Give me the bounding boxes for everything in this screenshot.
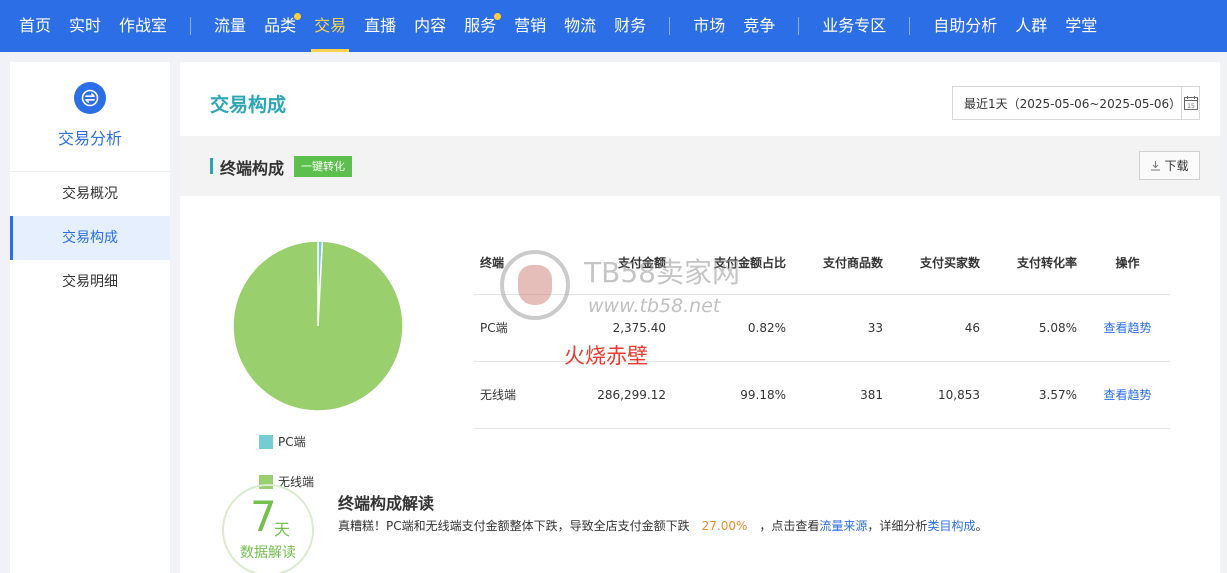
legend-swatch-pc — [259, 434, 273, 449]
nav-service-label: 服务 — [464, 16, 497, 35]
sidebar-item-trade-overview[interactable]: 交易概况 — [10, 172, 170, 216]
sidebar-header: 交易分析 — [10, 62, 170, 172]
interp-text-before: 真糟糕！PC端和无线端支付金额整体下跌，导致全店支付金额下跌 — [338, 519, 690, 533]
sidebar-item-trade-composition[interactable]: 交易构成 — [10, 216, 170, 260]
category-composition-link[interactable]: 类目构成 — [927, 519, 975, 533]
exchange-icon — [74, 82, 106, 114]
main-panel: 交易构成 最近1天（2025-05-06~2025-05-06） 15 终端构成… — [180, 62, 1220, 573]
cell-items: 33 — [794, 294, 891, 362]
cell-conversion: 5.08% — [988, 294, 1085, 362]
nav-marketing[interactable]: 营销 — [505, 0, 555, 52]
calendar-day: 15 — [1187, 103, 1195, 110]
cell-action: 查看趋势 — [1085, 361, 1170, 429]
nav-divider — [909, 17, 911, 35]
seal-number: 7 — [250, 492, 277, 541]
data-interpretation-seal: 7 天 数据解读 — [222, 484, 314, 573]
seal-label: 数据解读 — [240, 545, 296, 561]
sidebar: 交易分析 交易概况 交易构成 交易明细 — [10, 62, 170, 573]
interp-text-end: 。 — [975, 519, 988, 533]
sidebar-title: 交易分析 — [57, 129, 122, 148]
interpretation-title: 终端构成解读 — [338, 494, 435, 513]
nav-trade[interactable]: 交易 — [305, 0, 355, 52]
sidebar-item-trade-detail[interactable]: 交易明细 — [10, 260, 170, 304]
section-header: 终端构成 一键转化 下载 — [180, 136, 1220, 196]
interpretation-text: 真糟糕！PC端和无线端支付金额整体下跌，导致全店支付金额下跌 27.00% ，点击查… — [338, 517, 987, 534]
table-row: 无线端 286,299.12 99.18% 381 10,853 3.57% 查… — [474, 361, 1170, 429]
cell-terminal: PC端 — [474, 294, 556, 362]
nav-divider — [669, 17, 671, 35]
legend-item-pc[interactable]: PC端 — [259, 433, 306, 450]
section-marker — [210, 158, 213, 174]
nav-logistics[interactable]: 物流 — [555, 0, 605, 52]
notification-dot-icon — [294, 13, 302, 20]
nav-divider — [798, 17, 800, 35]
download-button[interactable]: 下载 — [1139, 151, 1200, 180]
cell-items: 381 — [794, 361, 891, 429]
cell-ratio: 99.18% — [674, 361, 794, 429]
traffic-source-link[interactable]: 流量来源 — [819, 519, 867, 533]
nav-self-analysis[interactable]: 自助分析 — [924, 0, 1006, 52]
interp-text-middle: ，点击查看 — [759, 519, 820, 533]
date-range-text: 最近1天（2025-05-06~2025-05-06） — [964, 96, 1182, 111]
nav-crowd[interactable]: 人群 — [1006, 0, 1056, 52]
nav-traffic[interactable]: 流量 — [205, 0, 255, 52]
nav-home[interactable]: 首页 — [10, 0, 60, 52]
cell-buyers: 46 — [891, 294, 988, 362]
section-title: 终端构成 — [220, 159, 285, 178]
download-icon — [1151, 161, 1161, 171]
col-terminal: 终端 — [474, 232, 556, 295]
table-header-row: 终端 支付金额 支付金额占比 支付商品数 支付买家数 支付转化率 操作 — [474, 232, 1170, 295]
legend-label-pc: PC端 — [278, 435, 306, 449]
cell-ratio: 0.82% — [674, 294, 794, 362]
col-pay-ratio: 支付金额占比 — [674, 232, 794, 295]
nav-category-label: 品类 — [264, 16, 297, 35]
col-action: 操作 — [1085, 232, 1170, 295]
nav-finance[interactable]: 财务 — [605, 0, 655, 52]
nav-content[interactable]: 内容 — [405, 0, 455, 52]
col-pay-items: 支付商品数 — [794, 232, 891, 295]
notification-dot-icon — [494, 13, 502, 20]
watermark-red-text: 火烧赤壁 — [564, 344, 648, 368]
top-nav: 首页 实时 作战室 流量 品类 交易 直播 内容 服务 营销 物流 财务 市场 … — [0, 0, 1227, 52]
col-pay-conversion: 支付转化率 — [988, 232, 1085, 295]
nav-live[interactable]: 直播 — [355, 0, 405, 52]
seal-unit: 天 — [274, 520, 291, 539]
page-title: 交易构成 — [210, 94, 287, 116]
nav-war-room[interactable]: 作战室 — [110, 0, 176, 52]
cell-amount: 286,299.12 — [556, 361, 674, 429]
nav-school[interactable]: 学堂 — [1056, 0, 1106, 52]
view-trend-link[interactable]: 查看趋势 — [1103, 321, 1151, 335]
calendar-icon[interactable]: 15 — [1181, 87, 1199, 119]
view-trend-link[interactable]: 查看趋势 — [1103, 388, 1151, 402]
pie-svg — [232, 240, 404, 412]
nav-market[interactable]: 市场 — [684, 0, 734, 52]
nav-competition[interactable]: 竞争 — [734, 0, 784, 52]
pie-slice-wireless[interactable] — [232, 240, 404, 412]
terminal-pie-chart — [232, 240, 404, 416]
cell-buyers: 10,853 — [891, 361, 988, 429]
download-label: 下载 — [1164, 159, 1189, 173]
terminal-table: 终端 支付金额 支付金额占比 支付商品数 支付买家数 支付转化率 操作 PC端 … — [474, 232, 1170, 429]
cell-conversion: 3.57% — [988, 361, 1085, 429]
nav-category[interactable]: 品类 — [255, 0, 305, 52]
nav-divider — [190, 17, 192, 35]
col-pay-buyers: 支付买家数 — [891, 232, 988, 295]
date-range-picker[interactable]: 最近1天（2025-05-06~2025-05-06） 15 — [952, 86, 1200, 120]
cell-terminal: 无线端 — [474, 361, 556, 429]
nav-realtime[interactable]: 实时 — [60, 0, 110, 52]
nav-business-zone[interactable]: 业务专区 — [813, 0, 895, 52]
cell-action: 查看趋势 — [1085, 294, 1170, 362]
nav-service[interactable]: 服务 — [455, 0, 505, 52]
col-pay-amount: 支付金额 — [556, 232, 674, 295]
decline-percent: 27.00% — [701, 519, 748, 533]
interp-text-after: ，详细分析 — [867, 519, 928, 533]
convert-badge-button[interactable]: 一键转化 — [294, 156, 352, 177]
